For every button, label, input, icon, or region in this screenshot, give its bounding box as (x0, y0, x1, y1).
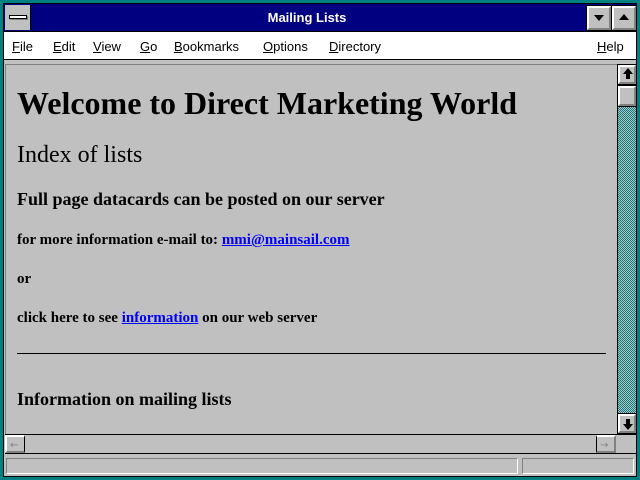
click-prefix: click here to see (17, 310, 122, 326)
scroll-up-button[interactable] (617, 64, 637, 85)
window-title: Mailing Lists (267, 10, 347, 25)
section-heading: Information on mailing lists (17, 389, 232, 409)
window-frame: Mailing Lists File Edit View Go Bookmark… (0, 0, 640, 480)
click-suffix: on our web server (198, 310, 318, 326)
email-line: for more information e-mail to: mmi@main… (17, 232, 350, 249)
menu-edit[interactable]: Edit (53, 32, 75, 60)
horizontal-rule (17, 353, 606, 354)
email-prefix: for more information e-mail to: (17, 232, 222, 248)
menu-directory[interactable]: Directory (329, 32, 381, 60)
status-progress (522, 458, 634, 474)
scroll-left-arrow-icon: ← (10, 440, 19, 451)
info-line: click here to see information on our web… (17, 310, 317, 327)
system-menu-icon (9, 15, 27, 19)
browser-window: Mailing Lists File Edit View Go Bookmark… (3, 3, 637, 477)
scroll-right-button[interactable]: → (596, 435, 616, 453)
menu-view[interactable]: View (93, 32, 121, 60)
menu-file[interactable]: File (12, 32, 33, 60)
status-bar (4, 454, 636, 476)
menu-bookmarks[interactable]: Bookmarks (174, 32, 239, 60)
vertical-scroll-thumb[interactable] (617, 85, 637, 107)
page-heading: Welcome to Direct Marketing World (17, 85, 518, 121)
menu-bar: File Edit View Go Bookmarks Options Dire… (4, 32, 636, 60)
status-text (6, 458, 518, 474)
scroll-down-arrow-icon (623, 424, 633, 430)
maximize-arrow-icon (619, 14, 629, 20)
document-viewport: Welcome to Direct Marketing World Index … (5, 64, 637, 435)
title-bar[interactable]: Mailing Lists (4, 4, 637, 32)
menu-help[interactable]: Help (597, 32, 624, 60)
maximize-button[interactable] (611, 5, 637, 31)
scroll-down-button[interactable] (617, 413, 637, 434)
menu-options[interactable]: Options (263, 32, 308, 60)
vertical-scrollbar[interactable] (617, 64, 637, 434)
or-text: or (17, 271, 32, 287)
menu-go[interactable]: Go (140, 32, 157, 60)
scrollbar-corner (616, 434, 636, 454)
system-menu-button[interactable] (5, 5, 31, 30)
scroll-up-arrow-stem (626, 74, 630, 79)
document-content: Welcome to Direct Marketing World Index … (6, 65, 616, 434)
minimize-button[interactable] (586, 5, 612, 31)
page-subheading: Index of lists (17, 142, 143, 168)
minimize-arrow-icon (594, 15, 604, 21)
horizontal-scrollbar[interactable]: ← → (5, 434, 616, 454)
scroll-right-arrow-icon: → (600, 440, 609, 451)
datacards-heading: Full page datacards can be posted on our… (17, 189, 385, 209)
information-link[interactable]: information (122, 310, 199, 326)
scroll-left-button[interactable]: ← (5, 435, 25, 453)
email-link[interactable]: mmi@mainsail.com (222, 232, 350, 248)
